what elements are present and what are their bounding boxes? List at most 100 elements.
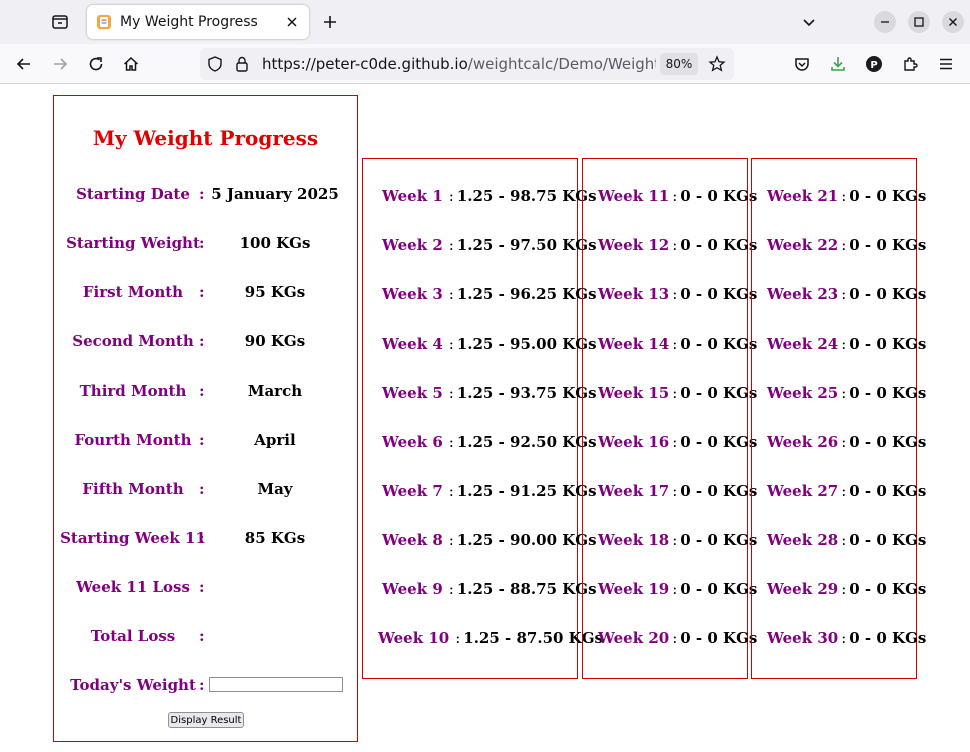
summary-label: Fifth Month: [82, 480, 184, 498]
week-label: Week 22: [767, 236, 839, 254]
week-separator: :: [672, 531, 678, 549]
week-row: Week 28:0 - 0 KGs: [767, 531, 926, 551]
summary-label: Week 11 Loss: [76, 578, 190, 596]
week-value: 1.25 - 95.00 KGs: [456, 335, 597, 353]
summary-label: Today's Weight: [70, 676, 196, 694]
week-label: Week 9: [382, 580, 443, 598]
week-row: Week 24:0 - 0 KGs: [767, 335, 926, 355]
week-row: Week 20:0 - 0 KGs: [598, 629, 757, 649]
week-label: Week 7: [382, 482, 443, 500]
summary-row: Starting Weight: 100 KGs: [54, 234, 357, 254]
maximize-icon[interactable]: [908, 11, 930, 33]
shield-icon[interactable]: [206, 55, 224, 73]
url-text[interactable]: https://peter-c0de.github.io/weightcalc/…: [262, 55, 656, 75]
week-separator: :: [841, 482, 847, 500]
week-row: Week 1:1.25 - 98.75 KGs: [382, 187, 597, 207]
url-host: https://peter-c0de.github.io: [262, 55, 468, 73]
week-separator: :: [448, 580, 454, 598]
week-row: Week 30:0 - 0 KGs: [767, 629, 926, 649]
week-separator: :: [841, 335, 847, 353]
summary-label: Fourth Month: [74, 431, 192, 449]
account-avatar-icon[interactable]: P: [860, 50, 888, 78]
week-row: Week 25:0 - 0 KGs: [767, 384, 926, 404]
week-row: Week 12:0 - 0 KGs: [598, 236, 757, 256]
week-separator: :: [841, 629, 847, 647]
week-label: Week 1: [382, 187, 443, 205]
minimize-icon[interactable]: [874, 11, 896, 33]
week-value: 0 - 0 KGs: [849, 580, 927, 598]
week-separator: :: [448, 384, 454, 402]
new-tab-icon[interactable]: [316, 8, 344, 36]
back-arrow-icon[interactable]: [10, 50, 38, 78]
week-row: Week 6:1.25 - 92.50 KGs: [382, 433, 597, 453]
summary-colon: :: [199, 578, 205, 596]
bookmark-star-icon[interactable]: [708, 55, 726, 73]
todays-weight-input[interactable]: [209, 677, 343, 692]
week-separator: :: [672, 285, 678, 303]
week-row: Week 3:1.25 - 96.25 KGs: [382, 285, 597, 305]
week-row: Week 9:1.25 - 88.75 KGs: [382, 580, 597, 600]
week-separator: :: [455, 629, 461, 647]
summary-value: 85 KGs: [244, 529, 306, 547]
week-row: Week 8:1.25 - 90.00 KGs: [382, 531, 597, 551]
summary-colon: :: [199, 480, 205, 498]
week-label: Week 12: [598, 236, 670, 254]
week-label: Week 5: [382, 384, 443, 402]
week-label: Week 15: [598, 384, 670, 402]
close-tab-icon[interactable]: [283, 13, 301, 31]
summary-label: Second Month: [72, 332, 194, 350]
page-title: My Weight Progress: [92, 126, 319, 150]
week-row: Week 29:0 - 0 KGs: [767, 580, 926, 600]
week-value: 0 - 0 KGs: [849, 236, 927, 254]
active-tab[interactable]: My Weight Progress: [87, 5, 309, 39]
summary-value: 95 KGs: [244, 283, 306, 301]
weight-summary-panel: My Weight Progress Starting Date:5 Janua…: [53, 95, 358, 742]
pocket-icon[interactable]: [788, 50, 816, 78]
week-row: Week 26:0 - 0 KGs: [767, 433, 926, 453]
week-separator: :: [448, 236, 454, 254]
tab-bar: My Weight Progress: [0, 0, 970, 44]
menu-hamburger-icon[interactable]: [932, 50, 960, 78]
url-path: /weightcalc/Demo/WeightCa: [467, 55, 656, 73]
week-value: 1.25 - 98.75 KGs: [456, 187, 597, 205]
week-label: Week 3: [382, 285, 443, 303]
week-separator: :: [672, 433, 678, 451]
week-separator: :: [841, 580, 847, 598]
week-row: Week 27:0 - 0 KGs: [767, 482, 926, 502]
week-separator: :: [672, 629, 678, 647]
address-bar[interactable]: https://peter-c0de.github.io/weightcalc/…: [200, 48, 734, 80]
week-label: Week 25: [767, 384, 839, 402]
week-row: Week 22:0 - 0 KGs: [767, 236, 926, 256]
week-row: Week 15:0 - 0 KGs: [598, 384, 757, 404]
week-value: 0 - 0 KGs: [849, 335, 927, 353]
home-icon[interactable]: [117, 50, 145, 78]
week-value: 0 - 0 KGs: [680, 335, 758, 353]
summary-row: Second Month: 90 KGs: [54, 332, 357, 352]
extensions-icon[interactable]: [896, 50, 924, 78]
summary-value: March: [247, 382, 303, 400]
downloads-icon[interactable]: [824, 50, 852, 78]
reload-icon[interactable]: [82, 50, 110, 78]
week-label: Week 20: [598, 629, 670, 647]
week-label: Week 21: [767, 187, 839, 205]
week-value: 1.25 - 90.00 KGs: [456, 531, 597, 549]
week-value: 0 - 0 KGs: [849, 433, 927, 451]
summary-colon: :: [199, 283, 205, 301]
week-value: 1.25 - 88.75 KGs: [456, 580, 597, 598]
week-label: Week 19: [598, 580, 670, 598]
tab-list-icon[interactable]: [44, 8, 76, 36]
summary-colon: :: [199, 234, 205, 252]
week-value: 0 - 0 KGs: [849, 285, 927, 303]
forward-arrow-icon[interactable]: [46, 50, 74, 78]
week-row: Week 23:0 - 0 KGs: [767, 285, 926, 305]
week-label: Week 6: [382, 433, 443, 451]
display-result-button[interactable]: Display Result: [168, 712, 244, 728]
chevron-down-icon[interactable]: [796, 8, 822, 36]
lock-icon[interactable]: [233, 55, 251, 73]
close-window-icon[interactable]: [942, 11, 964, 33]
summary-colon: :: [199, 332, 205, 350]
zoom-indicator[interactable]: 80%: [660, 53, 698, 75]
week-label: Week 26: [767, 433, 839, 451]
week-label: Week 13: [598, 285, 670, 303]
week-separator: :: [841, 285, 847, 303]
